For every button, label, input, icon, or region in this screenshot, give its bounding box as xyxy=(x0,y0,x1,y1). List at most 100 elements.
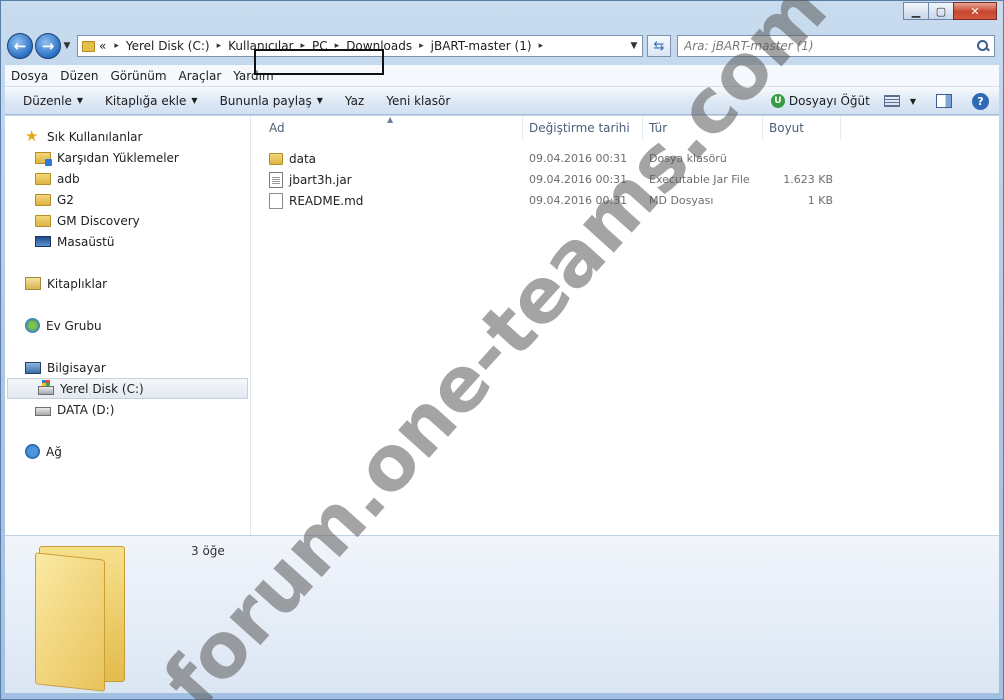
recent-pages-dropdown[interactable]: ▼ xyxy=(61,41,73,51)
organize-label: Düzenle xyxy=(23,93,72,108)
file-size: 1.623 KB xyxy=(783,173,833,186)
breadcrumb-separator[interactable]: ▸ xyxy=(539,41,544,51)
close-button[interactable]: ✕ xyxy=(953,2,997,20)
annotation-highlight-box xyxy=(254,49,384,75)
navigation-bar: ← → ▼ « ▸ Yerel Disk (C:) ▸ Kullanıcılar… xyxy=(7,33,997,59)
column-header-date[interactable]: Değiştirme tarihi xyxy=(523,116,643,140)
file-name: README.md xyxy=(289,193,364,208)
sidebar-item-computer[interactable]: Bilgisayar xyxy=(5,357,250,378)
file-rows: data 09.04.2016 00:31 Dosya klasörü jbar… xyxy=(251,148,999,211)
share-with-button[interactable]: Bununla paylaş ▼ xyxy=(220,94,323,108)
file-name-cell: README.md xyxy=(251,192,523,209)
sidebar-item-adb[interactable]: adb xyxy=(5,168,250,189)
sidebar-item-label: Karşıdan Yüklemeler xyxy=(57,150,179,165)
breadcrumb-separator[interactable]: ▸ xyxy=(217,41,222,51)
sidebar-item-local-disk-c[interactable]: Yerel Disk (C:) xyxy=(7,378,248,399)
menu-tools[interactable]: Araçlar xyxy=(179,69,222,83)
sidebar-item-network[interactable]: Ağ xyxy=(5,441,250,462)
refresh-button[interactable]: ⇆ xyxy=(647,35,671,57)
file-list: ▲ Ad Değiştirme tarihi Tür Boyut data 09… xyxy=(251,115,999,535)
print-label: Yaz xyxy=(344,93,365,108)
folder-icon xyxy=(82,40,95,52)
forward-button[interactable]: → xyxy=(35,33,61,59)
navigation-pane: Sık Kullanılanlar Karşıdan Yüklemeler ad… xyxy=(5,116,251,535)
search-input[interactable]: Ara: jBART-master (1) xyxy=(677,35,995,57)
breadcrumb-separator: ▸ xyxy=(114,41,119,51)
menu-file[interactable]: Dosya xyxy=(11,69,48,83)
new-folder-button[interactable]: Yeni klasör xyxy=(386,94,450,108)
column-header-type[interactable]: Tür xyxy=(643,116,763,140)
breadcrumb-item[interactable]: Yerel Disk (C:) xyxy=(126,39,210,53)
file-type: Executable Jar File xyxy=(649,173,750,186)
folder-icon xyxy=(35,172,51,185)
breadcrumb-overflow[interactable]: « xyxy=(99,39,106,53)
sidebar-item-desktop[interactable]: Masaüstü xyxy=(5,231,250,252)
maximize-button[interactable]: ▢ xyxy=(928,2,954,20)
jar-file-icon xyxy=(269,171,283,188)
file-type: Dosya klasörü xyxy=(649,152,727,165)
address-history-dropdown[interactable]: ▼ xyxy=(626,41,642,51)
sidebar-item-label: adb xyxy=(57,171,80,186)
item-count: 3 öğe xyxy=(191,544,225,558)
command-bar: Düzenle ▼ Kitaplığa ekle ▼ Bununla payla… xyxy=(5,87,999,115)
sidebar-item-label: Bilgisayar xyxy=(47,360,106,375)
file-date: 09.04.2016 00:31 xyxy=(529,152,628,165)
chevron-down-icon: ▼ xyxy=(191,96,198,105)
sidebar-item-label: Masaüstü xyxy=(57,234,115,249)
menu-view[interactable]: Görünüm xyxy=(110,69,166,83)
explorer-window: ▁ ▢ ✕ ← → ▼ « ▸ Yerel Disk (C:) ▸ Kullan… xyxy=(0,0,1004,700)
folder-icon xyxy=(35,193,51,206)
file-row[interactable]: data 09.04.2016 00:31 Dosya klasörü xyxy=(251,148,999,169)
back-button[interactable]: ← xyxy=(7,33,33,59)
system-drive-icon xyxy=(38,379,54,395)
open-file-button[interactable]: U Dosyayı Öğüt xyxy=(770,94,870,108)
file-name: data xyxy=(289,151,317,166)
breadcrumb-separator[interactable]: ▸ xyxy=(419,41,424,51)
folder-icon xyxy=(35,214,51,227)
sidebar-item-libraries[interactable]: Kitaplıklar xyxy=(5,273,250,294)
view-options-dropdown[interactable]: ▼ xyxy=(910,97,916,106)
window-controls: ▁ ▢ ✕ xyxy=(903,2,997,20)
sidebar-item-favorites[interactable]: Sık Kullanılanlar xyxy=(5,126,250,147)
search-icon[interactable] xyxy=(976,39,990,53)
include-in-library-button[interactable]: Kitaplığa ekle ▼ xyxy=(105,94,198,108)
downloads-folder-icon xyxy=(35,151,52,166)
view-options-icon[interactable] xyxy=(883,95,900,107)
new-folder-label: Yeni klasör xyxy=(386,93,451,108)
sidebar-item-label: Ev Grubu xyxy=(46,318,102,333)
minimize-button[interactable]: ▁ xyxy=(903,2,929,20)
help-icon[interactable]: ? xyxy=(972,92,989,110)
drive-icon xyxy=(35,406,51,416)
star-icon xyxy=(25,127,41,145)
sidebar-item-gm-discovery[interactable]: GM Discovery xyxy=(5,210,250,231)
sidebar-item-homegroup[interactable]: Ev Grubu xyxy=(5,315,250,336)
include-library-label: Kitaplığa ekle xyxy=(105,93,187,108)
file-row[interactable]: jbart3h.jar 09.04.2016 00:31 Executable … xyxy=(251,169,999,190)
file-row[interactable]: README.md 09.04.2016 00:31 MD Dosyası 1 … xyxy=(251,190,999,211)
sidebar-item-label: GM Discovery xyxy=(57,213,140,228)
sidebar-item-g2[interactable]: G2 xyxy=(5,189,250,210)
document-icon xyxy=(269,192,283,209)
details-pane: 3 öğe xyxy=(5,535,999,693)
column-header-size[interactable]: Boyut xyxy=(763,116,841,140)
file-size: 1 KB xyxy=(807,194,833,207)
chevron-down-icon: ▼ xyxy=(76,96,84,105)
organize-button[interactable]: Düzenle ▼ xyxy=(23,94,83,108)
menu-edit[interactable]: Düzen xyxy=(60,69,98,83)
sidebar-item-downloads[interactable]: Karşıdan Yüklemeler xyxy=(5,147,250,168)
file-name-cell: data xyxy=(251,152,523,166)
folder-icon xyxy=(269,152,283,165)
network-icon xyxy=(25,444,40,459)
sidebar-item-label: Ağ xyxy=(46,444,62,459)
sidebar-item-data-d[interactable]: DATA (D:) xyxy=(5,399,250,420)
sidebar-item-label: G2 xyxy=(57,192,74,207)
preview-pane-icon[interactable] xyxy=(936,94,952,108)
homegroup-icon xyxy=(25,318,40,333)
print-button[interactable]: Yaz xyxy=(345,94,364,108)
breadcrumb-item[interactable]: jBART-master (1) xyxy=(431,39,532,53)
file-name: jbart3h.jar xyxy=(289,172,352,187)
open-file-label: Dosyayı Öğüt xyxy=(788,94,870,108)
